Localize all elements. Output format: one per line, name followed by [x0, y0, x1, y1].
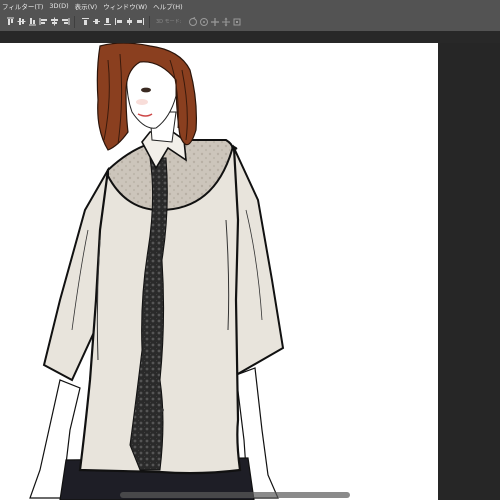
roll-3d-icon[interactable] [199, 16, 209, 28]
menu-filter[interactable]: フィルター(T) [2, 1, 43, 11]
horizontal-scrollbar[interactable] [120, 492, 350, 498]
menu-bar: フィルター(T) 3D(D) 表示(V) ウィンドウ(W) ヘルプ(H) [0, 0, 500, 12]
document-canvas[interactable] [0, 43, 438, 500]
shirt-button [160, 408, 164, 412]
distribute-right-icon[interactable] [135, 16, 145, 28]
distribute-vcenter-icon[interactable] [91, 16, 101, 28]
fashion-illustration [29, 43, 285, 500]
menu-window[interactable]: ウィンドウ(W) [103, 1, 147, 11]
scale-3d-icon[interactable] [232, 16, 242, 28]
align-bottom-edges-icon[interactable] [27, 16, 37, 28]
distribute-hcenter-icon[interactable] [124, 16, 134, 28]
align-vertical-centers-icon[interactable] [16, 16, 26, 28]
menu-3d[interactable]: 3D(D) [49, 2, 68, 10]
options-bar: 3D モード: [0, 12, 500, 32]
rotate-3d-icon[interactable] [188, 16, 198, 28]
align-top-edges-icon[interactable] [5, 16, 15, 28]
menu-help[interactable]: ヘルプ(H) [153, 1, 182, 11]
canvas-pasteboard [438, 43, 500, 500]
drag-3d-icon[interactable] [210, 16, 220, 28]
align-horizontal-centers-icon[interactable] [49, 16, 59, 28]
distribute-left-icon[interactable] [113, 16, 123, 28]
distribute-bottom-icon[interactable] [102, 16, 112, 28]
align-left-edges-icon[interactable] [38, 16, 48, 28]
align-right-edges-icon[interactable] [60, 16, 70, 28]
distribute-top-icon[interactable] [80, 16, 90, 28]
document-tab-strip [0, 31, 500, 43]
toolbar-divider [149, 15, 150, 28]
slide-3d-icon[interactable] [221, 16, 231, 28]
menu-view[interactable]: 表示(V) [75, 1, 98, 11]
cheek-blush [136, 99, 148, 105]
mode-3d-label: 3D モード: [156, 19, 182, 25]
toolbar-divider [74, 15, 75, 28]
eye [141, 87, 151, 93]
